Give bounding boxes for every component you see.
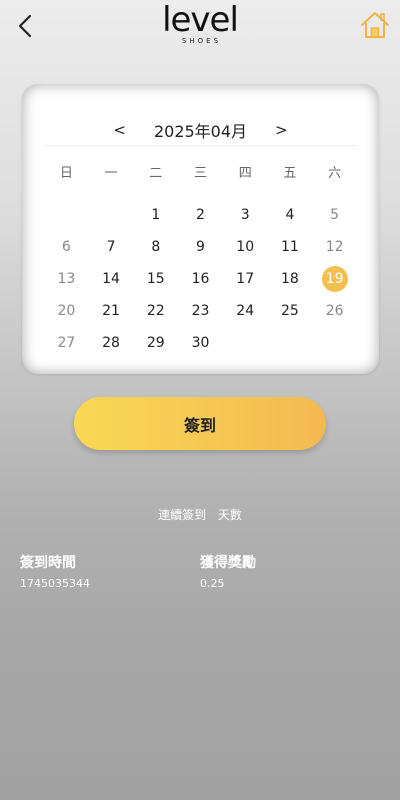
calendar-day[interactable]: 22 bbox=[133, 295, 178, 327]
weekday-row: 日一二三四五六 bbox=[44, 162, 357, 182]
day-number: 8 bbox=[151, 239, 161, 255]
prev-month-button[interactable]: < bbox=[107, 121, 132, 139]
calendar-day[interactable]: 12 bbox=[312, 231, 357, 263]
weekday-label: 三 bbox=[193, 166, 207, 181]
signin-time-label: 簽到時間 bbox=[20, 555, 76, 571]
day-number: 18 bbox=[281, 271, 299, 287]
top-bar: level SHOES bbox=[0, 0, 400, 52]
calendar-day[interactable]: 1 bbox=[133, 199, 178, 231]
day-number: 29 bbox=[146, 335, 165, 351]
day-number: 3 bbox=[240, 207, 250, 223]
calendar-day[interactable]: 10 bbox=[223, 231, 268, 263]
calendar-card: < 2025年04月 > 日一二三四五六 1 2 3 4 5 6 7 8 9 10 11 12 13 14… bbox=[22, 84, 379, 374]
day-number: 20 bbox=[57, 303, 76, 319]
day-number: 7 bbox=[106, 239, 116, 255]
calendar-day[interactable]: 21 bbox=[89, 295, 134, 327]
sign-in-button[interactable]: 簽到 bbox=[74, 397, 326, 450]
weekday-label: 六 bbox=[328, 166, 342, 181]
weekday-label: 二 bbox=[149, 166, 163, 181]
weekday-label: 五 bbox=[283, 166, 297, 181]
reward-value: 0.25 bbox=[200, 577, 225, 590]
chevron-left-icon bbox=[18, 14, 32, 38]
calendar-day[interactable]: 5 bbox=[312, 199, 357, 231]
day-number: 16 bbox=[191, 271, 210, 287]
calendar-day[interactable]: 13 bbox=[44, 263, 89, 295]
calendar-day[interactable]: 24 bbox=[223, 295, 268, 327]
weekday-label: 日 bbox=[59, 166, 73, 181]
day-number: 1 bbox=[151, 207, 161, 223]
calendar-header: < 2025年04月 > bbox=[44, 114, 357, 146]
logo-wordmark: level bbox=[162, 0, 239, 40]
empty-day-cell bbox=[44, 199, 89, 231]
calendar-day[interactable]: 6 bbox=[44, 231, 89, 263]
weekday-label: 四 bbox=[238, 166, 252, 181]
day-number: 30 bbox=[191, 335, 210, 351]
day-number: 11 bbox=[281, 239, 299, 255]
next-month-button[interactable]: > bbox=[269, 121, 294, 139]
day-number: 10 bbox=[236, 239, 255, 255]
calendar-day[interactable]: 15 bbox=[133, 263, 178, 295]
day-number: 26 bbox=[325, 303, 344, 319]
calendar-day[interactable]: 25 bbox=[268, 295, 313, 327]
calendar-day[interactable]: 19 bbox=[312, 263, 357, 295]
empty-day-cell bbox=[89, 199, 134, 231]
calendar-day[interactable]: 7 bbox=[89, 231, 134, 263]
day-number: 12 bbox=[325, 239, 344, 255]
calendar-day[interactable]: 17 bbox=[223, 263, 268, 295]
calendar-day[interactable]: 9 bbox=[178, 231, 223, 263]
streak-unit: 天數 bbox=[217, 508, 242, 522]
calendar-day[interactable]: 28 bbox=[89, 327, 134, 359]
streak-label: 連續簽到 bbox=[158, 508, 207, 522]
calendar-day[interactable]: 16 bbox=[178, 263, 223, 295]
day-number: 6 bbox=[61, 239, 71, 255]
calendar-day[interactable]: 27 bbox=[44, 327, 89, 359]
day-number: 15 bbox=[146, 271, 165, 287]
day-number: 23 bbox=[191, 303, 210, 319]
calendar-day[interactable]: 23 bbox=[178, 295, 223, 327]
weekday-label: 一 bbox=[104, 166, 118, 181]
calendar-day[interactable]: 14 bbox=[89, 263, 134, 295]
reward-label: 獲得獎勵 bbox=[200, 555, 256, 571]
calendar-day[interactable]: 18 bbox=[268, 263, 313, 295]
calendar-day[interactable]: 11 bbox=[268, 231, 313, 263]
month-title: 2025年04月 bbox=[153, 121, 248, 141]
day-number: 27 bbox=[57, 335, 76, 351]
calendar-day[interactable]: 3 bbox=[223, 199, 268, 231]
day-number: 9 bbox=[196, 239, 205, 255]
back-button[interactable] bbox=[12, 12, 38, 40]
calendar-day[interactable]: 2 bbox=[178, 199, 223, 231]
day-number: 28 bbox=[102, 335, 120, 351]
home-button[interactable] bbox=[360, 10, 390, 40]
day-number: 17 bbox=[236, 271, 255, 287]
day-number: 14 bbox=[102, 271, 120, 287]
day-number: 21 bbox=[102, 303, 120, 319]
day-number: 24 bbox=[236, 303, 255, 319]
day-number: 2 bbox=[196, 207, 205, 223]
streak-info: 連續簽到 天數 bbox=[0, 506, 400, 523]
calendar-day[interactable]: 20 bbox=[44, 295, 89, 327]
today-marker: 19 bbox=[321, 266, 348, 292]
calendar-day[interactable]: 26 bbox=[312, 295, 357, 327]
day-number: 22 bbox=[146, 303, 165, 319]
calendar-day[interactable]: 4 bbox=[268, 199, 313, 231]
calendar-day[interactable]: 30 bbox=[178, 327, 223, 359]
calendar-day[interactable]: 29 bbox=[133, 327, 178, 359]
day-number: 25 bbox=[281, 303, 299, 319]
day-number: 4 bbox=[285, 207, 295, 223]
day-number: 5 bbox=[330, 207, 340, 223]
calendar-day[interactable]: 8 bbox=[133, 231, 178, 263]
home-icon bbox=[361, 12, 389, 38]
day-grid: 1 2 3 4 5 6 7 8 9 10 11 12 13 14 15 16 17 18 19 20 21 22 23 24 2… bbox=[44, 199, 357, 359]
brand-logo: level SHOES bbox=[150, 2, 250, 45]
day-number: 13 bbox=[57, 271, 76, 287]
signin-time-value: 1745035344 bbox=[20, 577, 90, 590]
